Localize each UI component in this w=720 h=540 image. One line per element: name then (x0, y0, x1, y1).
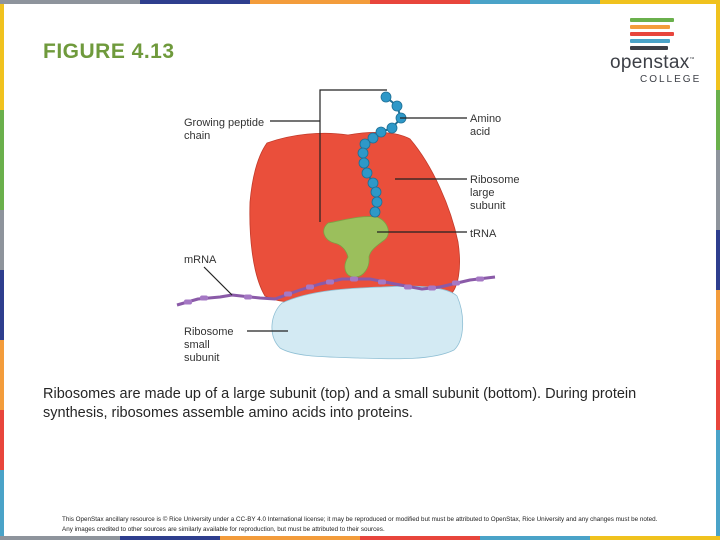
mrna-base (350, 276, 358, 282)
logo-stripe (630, 46, 668, 50)
label-mrna: mRNA (184, 254, 217, 266)
amino-acid-bead (367, 177, 379, 189)
label-small-subunit-2: small (184, 339, 210, 351)
label-small-subunit: Ribosome (184, 326, 234, 338)
amino-acid-bead (370, 186, 382, 198)
logo-subtitle: COLLEGE (640, 74, 702, 85)
bottom-decorative-rule (0, 536, 720, 540)
mrna-base (284, 291, 292, 297)
amino-acid-bead (380, 91, 392, 103)
mrna-base (244, 294, 252, 300)
ribosome-small-subunit (271, 285, 464, 360)
label-trna: tRNA (470, 228, 497, 240)
amino-acid-bead (371, 196, 383, 208)
mrna-base (404, 284, 412, 290)
amino-acid-bead (357, 147, 369, 159)
label-amino-acid: Amino (470, 113, 501, 125)
logo-stripe (630, 25, 670, 29)
figure-caption: Ribosomes are made up of a large subunit… (43, 386, 637, 421)
amino-acid-bead (361, 167, 373, 179)
label-large-subunit-3: subunit (470, 200, 505, 212)
label-growing-chain-2: chain (184, 130, 210, 142)
mrna-base (378, 279, 386, 285)
leader-mrna (203, 266, 233, 296)
mrna-base (428, 285, 436, 291)
right-decorative-edge (716, 0, 720, 540)
logo-stripes-icon (630, 18, 674, 53)
mrna-base (326, 279, 334, 285)
logo-wordmark: openstax™ (610, 52, 695, 73)
amino-acid-bead (369, 206, 381, 218)
top-decorative-rule (0, 0, 720, 4)
license-footer: This OpenStax ancillary resource is © Ri… (62, 516, 658, 533)
amino-acid-bead (391, 100, 403, 112)
amino-acid-bead (386, 122, 398, 134)
label-small-subunit-3: subunit (184, 352, 219, 364)
mrna-base (452, 280, 460, 286)
logo-stripe (630, 18, 674, 22)
mrna-base (184, 299, 192, 305)
figure-title: FIGURE 4.13 (43, 40, 175, 63)
mrna-base (476, 276, 484, 282)
mrna-base (200, 295, 208, 301)
label-large-subunit-2: large (470, 187, 494, 199)
label-growing-chain: Growing peptide (184, 117, 264, 129)
label-large-subunit: Ribosome (470, 174, 520, 186)
logo-stripe (630, 32, 674, 36)
mrna-base (306, 284, 314, 290)
amino-acid-bead (358, 157, 370, 169)
openstax-logo: openstax™ COLLEGE (606, 14, 702, 94)
logo-stripe (630, 39, 670, 43)
label-amino-acid-2: acid (470, 126, 490, 138)
ribosome-diagram: Growing peptide chain Amino acid Ribosom… (176, 89, 520, 364)
left-decorative-edge (0, 0, 4, 540)
amino-acid-bead (359, 138, 371, 150)
